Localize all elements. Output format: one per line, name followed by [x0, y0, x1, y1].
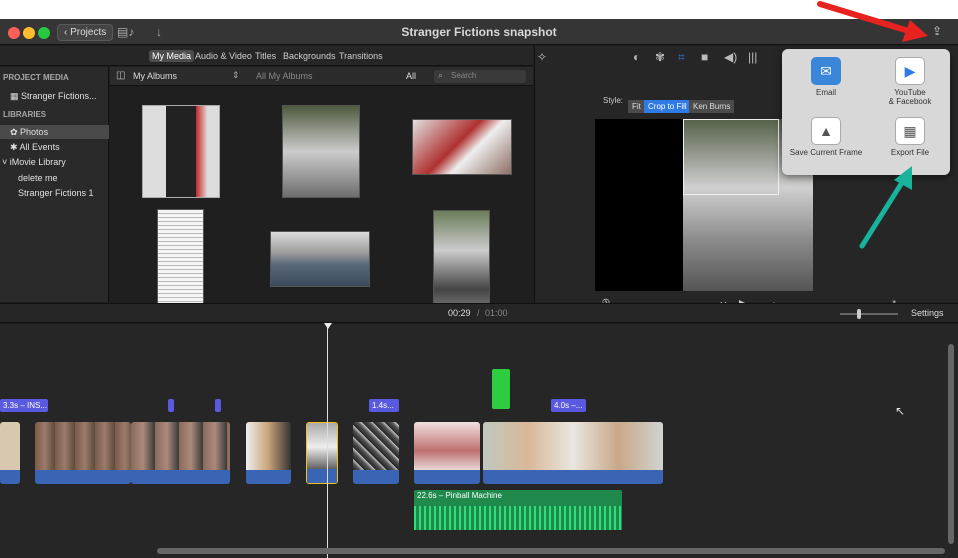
video-clip[interactable]	[483, 422, 663, 484]
audio-clip-label: 22.6s – Pinball Machine	[417, 491, 502, 500]
style-crop-to-fill-button[interactable]: Crop to Fill	[644, 100, 691, 113]
time-separator: /	[477, 308, 480, 318]
search-placeholder: Search	[451, 71, 477, 80]
audio-clip[interactable]: 22.6s – Pinball Machine	[414, 490, 622, 530]
photos-icon: ✿	[10, 127, 21, 137]
film-strip-icon: ▦	[895, 117, 925, 145]
style-ken-burns-button[interactable]: Ken Burns	[689, 100, 735, 113]
sidebar-item-stranger-fictions-1[interactable]: Stranger Fictions 1	[0, 186, 109, 200]
audio-waveform	[414, 506, 622, 530]
disclosure-icon: ˅	[2, 157, 10, 167]
video-clip[interactable]	[0, 422, 20, 484]
title-clip[interactable]: 4.0s –...	[551, 399, 586, 412]
export-file-button[interactable]: ▦ Export File	[870, 117, 950, 157]
tab-backgrounds[interactable]: Backgrounds	[280, 50, 339, 62]
video-clip[interactable]	[353, 422, 399, 484]
document-thumbnail[interactable]	[157, 209, 204, 309]
libraries-header: LIBRARIES	[3, 110, 47, 119]
title-clip[interactable]: 3.3s – INS...	[0, 399, 48, 412]
current-time: 00:29	[448, 308, 471, 318]
sidebar-item-project[interactable]: ▦ Stranger Fictions...	[0, 89, 109, 103]
crop-icon[interactable]: ⌗	[678, 50, 685, 65]
imovie-window: ‹ Projects ▤♪ ↓ Stranger Fictions snapsh…	[0, 19, 958, 558]
email-icon: ✉	[811, 57, 841, 85]
breadcrumb: All My Albums	[256, 71, 313, 81]
sidebar-toggle-icon[interactable]: ◫	[116, 70, 125, 81]
video-clip[interactable]	[246, 422, 291, 484]
title-clip-marker[interactable]	[215, 399, 221, 412]
title-clip-marker[interactable]	[168, 399, 174, 412]
save-current-frame-button[interactable]: ▲ Save Current Frame	[786, 117, 866, 157]
tab-my-media[interactable]: My Media	[149, 50, 195, 62]
share-popover: ✉ Email ▶ YouTube & Facebook ▲ Save Curr…	[782, 49, 950, 175]
zoom-slider-knob[interactable]	[857, 309, 861, 319]
mouse-cursor-icon: ↖	[895, 404, 906, 418]
sidebar-item-photos[interactable]: ✿ Photos	[0, 125, 109, 139]
tab-titles[interactable]: Titles	[252, 50, 279, 62]
timeline[interactable]: 3.3s – INS... 1.4s... 4.0s –... 22.6s – …	[0, 323, 958, 558]
filter-select[interactable]: All	[406, 71, 416, 81]
youtube-facebook-icon: ▶	[895, 57, 925, 85]
noise-reduction-icon[interactable]: |||	[748, 50, 757, 64]
video-clip[interactable]	[35, 422, 131, 484]
title-clip[interactable]: 1.4s...	[369, 399, 399, 412]
share-email-button[interactable]: ✉ Email	[786, 57, 866, 97]
selected-video-clip[interactable]	[306, 422, 338, 484]
timecode-bar: 00:29 / 01:00 Settings	[0, 303, 958, 323]
album-select[interactable]: My Albums	[133, 71, 177, 81]
film-icon: ▦	[10, 91, 22, 101]
video-clip[interactable]	[414, 422, 480, 484]
horizontal-scrollbar[interactable]	[157, 548, 945, 554]
video-preview[interactable]	[595, 119, 813, 291]
share-youtube-facebook-button[interactable]: ▶ YouTube & Facebook	[870, 57, 950, 106]
sidebar-item-all-events[interactable]: ✱ All Events	[0, 140, 109, 154]
magic-wand-icon[interactable]: ✧	[537, 50, 547, 64]
sidebar-item-delete-me[interactable]: delete me	[0, 171, 109, 185]
green-screen-clip[interactable]	[492, 369, 510, 409]
search-field[interactable]: ⌕ Search	[434, 70, 526, 83]
stabilization-icon[interactable]: ■	[701, 50, 708, 64]
zoom-slider[interactable]	[840, 309, 898, 319]
photo-thumbnail[interactable]	[433, 210, 490, 310]
star-icon: ✱	[10, 142, 20, 152]
title-bar: ‹ Projects ▤♪ ↓ Stranger Fictions snapsh…	[0, 19, 958, 45]
volume-icon[interactable]: ◀)	[724, 50, 737, 64]
libraries-sidebar: PROJECT MEDIA ▦ Stranger Fictions... LIB…	[0, 67, 109, 302]
playhead-handle[interactable]	[324, 323, 332, 329]
color-balance-icon[interactable]: ◐	[633, 50, 640, 64]
settings-button[interactable]: Settings	[911, 308, 944, 318]
total-time: 01:00	[485, 308, 508, 318]
project-media-header: PROJECT MEDIA	[3, 73, 69, 82]
style-fit-button[interactable]: Fit	[628, 100, 645, 113]
photo-thumbnail[interactable]	[282, 105, 360, 198]
photo-thumbnail[interactable]	[142, 105, 220, 198]
playhead[interactable]	[324, 323, 332, 558]
select-arrows-icon: ⇕	[232, 70, 240, 80]
photo-thumbnail[interactable]	[412, 119, 512, 175]
media-tabs-bar: My Media Audio & Video Titles Background…	[0, 46, 533, 66]
tab-transitions[interactable]: Transitions	[336, 50, 386, 62]
crop-frame[interactable]	[683, 119, 779, 195]
sidebar-item-imovie-library[interactable]: ˅ iMovie Library	[0, 155, 109, 169]
style-label: Style:	[603, 96, 624, 105]
window-title: Stranger Fictions snapshot	[401, 25, 557, 39]
image-icon: ▲	[811, 117, 841, 145]
tab-audio-video[interactable]: Audio & Video	[192, 50, 255, 62]
video-clip[interactable]	[131, 422, 230, 484]
search-icon: ⌕	[438, 70, 444, 80]
browser-toolbar: ◫ My Albums ⇕ All My Albums All ⌕ Search	[110, 67, 533, 86]
color-palette-icon[interactable]: ✾	[655, 50, 665, 64]
media-browser: ◫ My Albums ⇕ All My Albums All ⌕ Search	[110, 67, 533, 310]
vertical-scrollbar[interactable]	[948, 344, 954, 544]
share-icon[interactable]: ⇪	[928, 24, 946, 40]
photo-thumbnail[interactable]	[270, 231, 370, 287]
